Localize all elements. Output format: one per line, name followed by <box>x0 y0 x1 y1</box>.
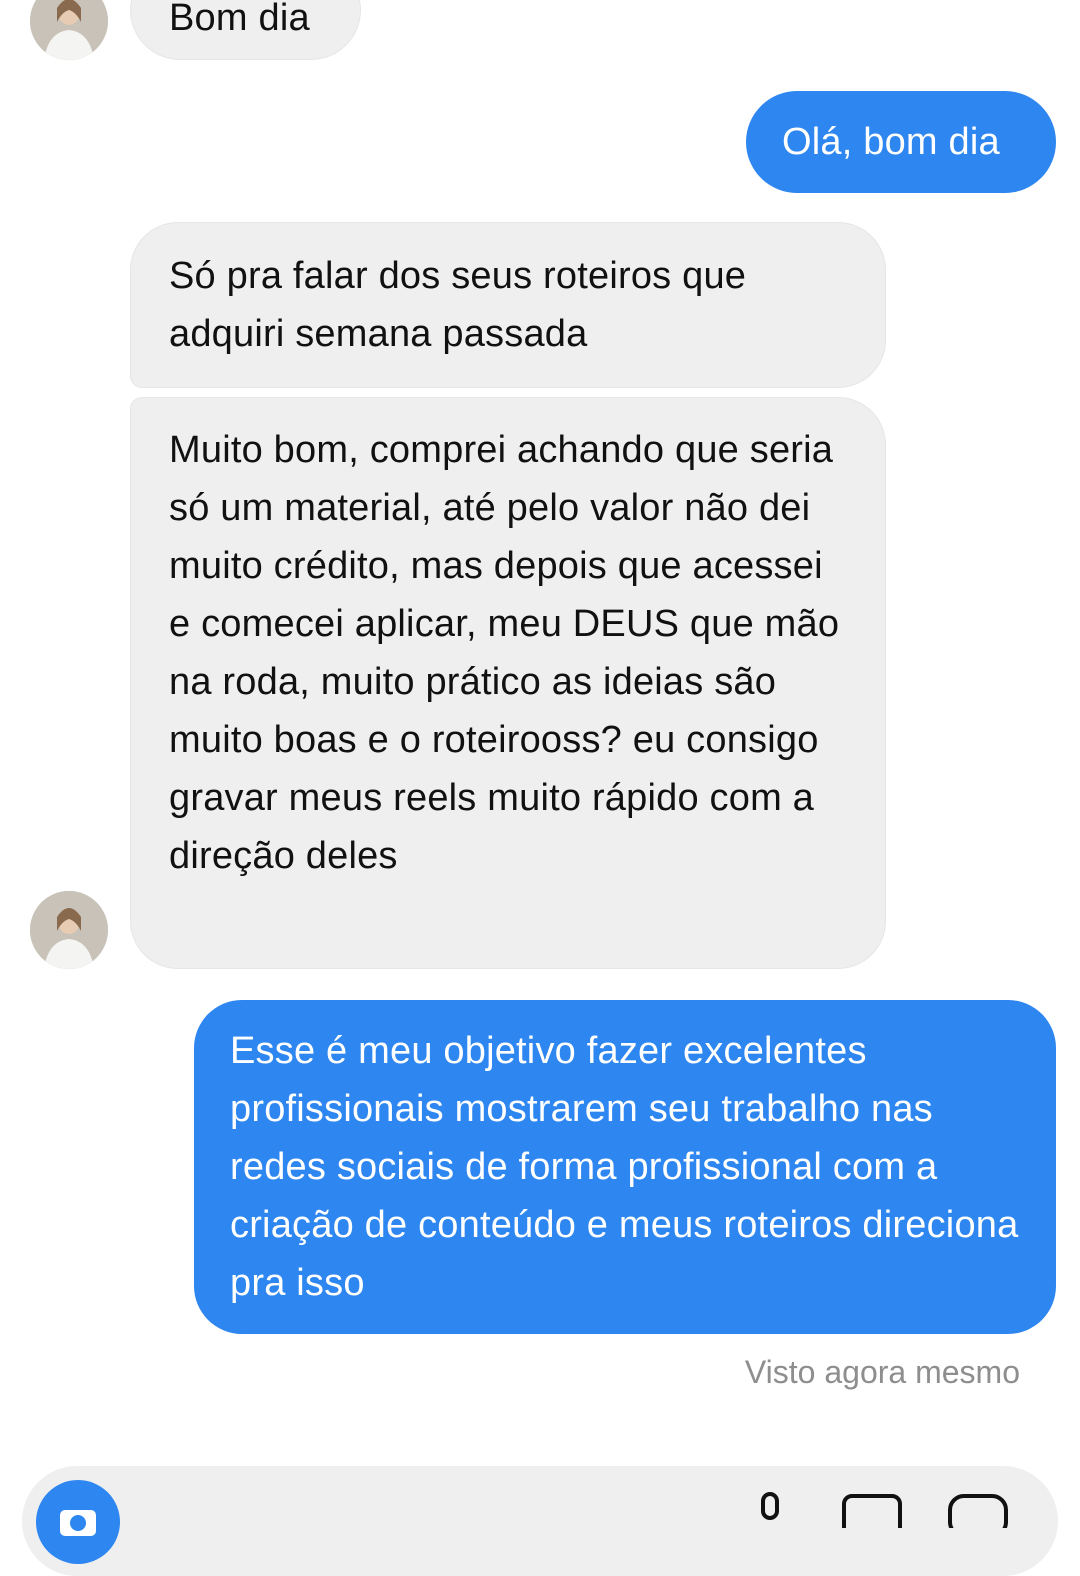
contact-avatar[interactable] <box>30 0 108 60</box>
message-bubble-incoming[interactable]: Só pra falar dos seus roteiros que adqui… <box>130 222 886 388</box>
camera-icon <box>60 1510 96 1536</box>
contact-photo-icon <box>30 891 108 969</box>
camera-button[interactable] <box>36 1480 120 1564</box>
message-bubble-outgoing[interactable]: Esse é meu objetivo fazer excelentes pro… <box>194 1000 1056 1334</box>
contact-avatar[interactable] <box>30 891 108 969</box>
sticker-icon[interactable] <box>946 1488 1010 1528</box>
message-text: Só pra falar dos seus roteiros que adqui… <box>169 255 747 355</box>
message-text: Esse é meu objetivo fazer excelentes pro… <box>230 1030 1019 1304</box>
message-text: Muito bom, comprei achando que seria só … <box>169 429 840 877</box>
message-text: Olá, bom dia <box>782 121 1000 163</box>
contact-photo-icon <box>30 0 108 60</box>
seen-status: Visto agora mesmo <box>744 1354 1020 1390</box>
microphone-icon[interactable] <box>750 1488 790 1528</box>
image-icon[interactable] <box>840 1488 904 1528</box>
message-bubble-outgoing[interactable]: Olá, bom dia <box>746 91 1056 193</box>
message-bubble-incoming[interactable]: Muito bom, comprei achando que seria só … <box>130 397 886 969</box>
message-bubble-incoming[interactable]: Bom dia <box>130 0 361 60</box>
message-text: Bom dia <box>169 0 310 39</box>
